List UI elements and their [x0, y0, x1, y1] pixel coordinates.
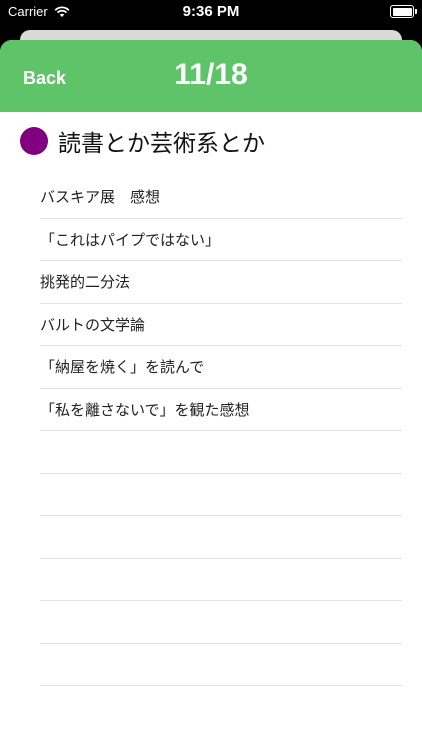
- battery-icon: [390, 5, 417, 18]
- list-item[interactable]: 「納屋を焼く」を読んで: [40, 346, 402, 389]
- list-item[interactable]: [40, 644, 402, 686]
- clock: 9:36 PM: [182, 3, 240, 20]
- category-title: 読書とか芸術系とか: [58, 131, 265, 157]
- modal-sheet: Back 11/18 読書とか芸術系とか バスキア展 感想 「これはパイプではな…: [0, 40, 422, 750]
- list-item[interactable]: 挑発的二分法: [40, 261, 402, 304]
- list-item[interactable]: バルトの文学論: [40, 304, 402, 346]
- list-item[interactable]: [40, 474, 402, 516]
- list-item[interactable]: 「これはパイプではない」: [40, 219, 402, 261]
- header-bar: Back 11/18: [0, 40, 422, 112]
- list-item[interactable]: 「私を離さないで」を観た感想: [40, 389, 402, 431]
- status-bar: Carrier 9:36 PM: [0, 0, 422, 26]
- note-list: バスキア展 感想 「これはパイプではない」 挑発的二分法 バルトの文学論 「納屋…: [40, 176, 402, 686]
- list-item[interactable]: バスキア展 感想: [40, 176, 402, 219]
- list-item[interactable]: [40, 431, 402, 474]
- list-item[interactable]: [40, 559, 402, 601]
- list-item[interactable]: [40, 601, 402, 644]
- list-item[interactable]: [40, 516, 402, 559]
- page-counter: 11/18: [174, 58, 248, 91]
- category-header: 読書とか芸術系とか: [20, 123, 265, 159]
- category-color-dot: [20, 127, 48, 155]
